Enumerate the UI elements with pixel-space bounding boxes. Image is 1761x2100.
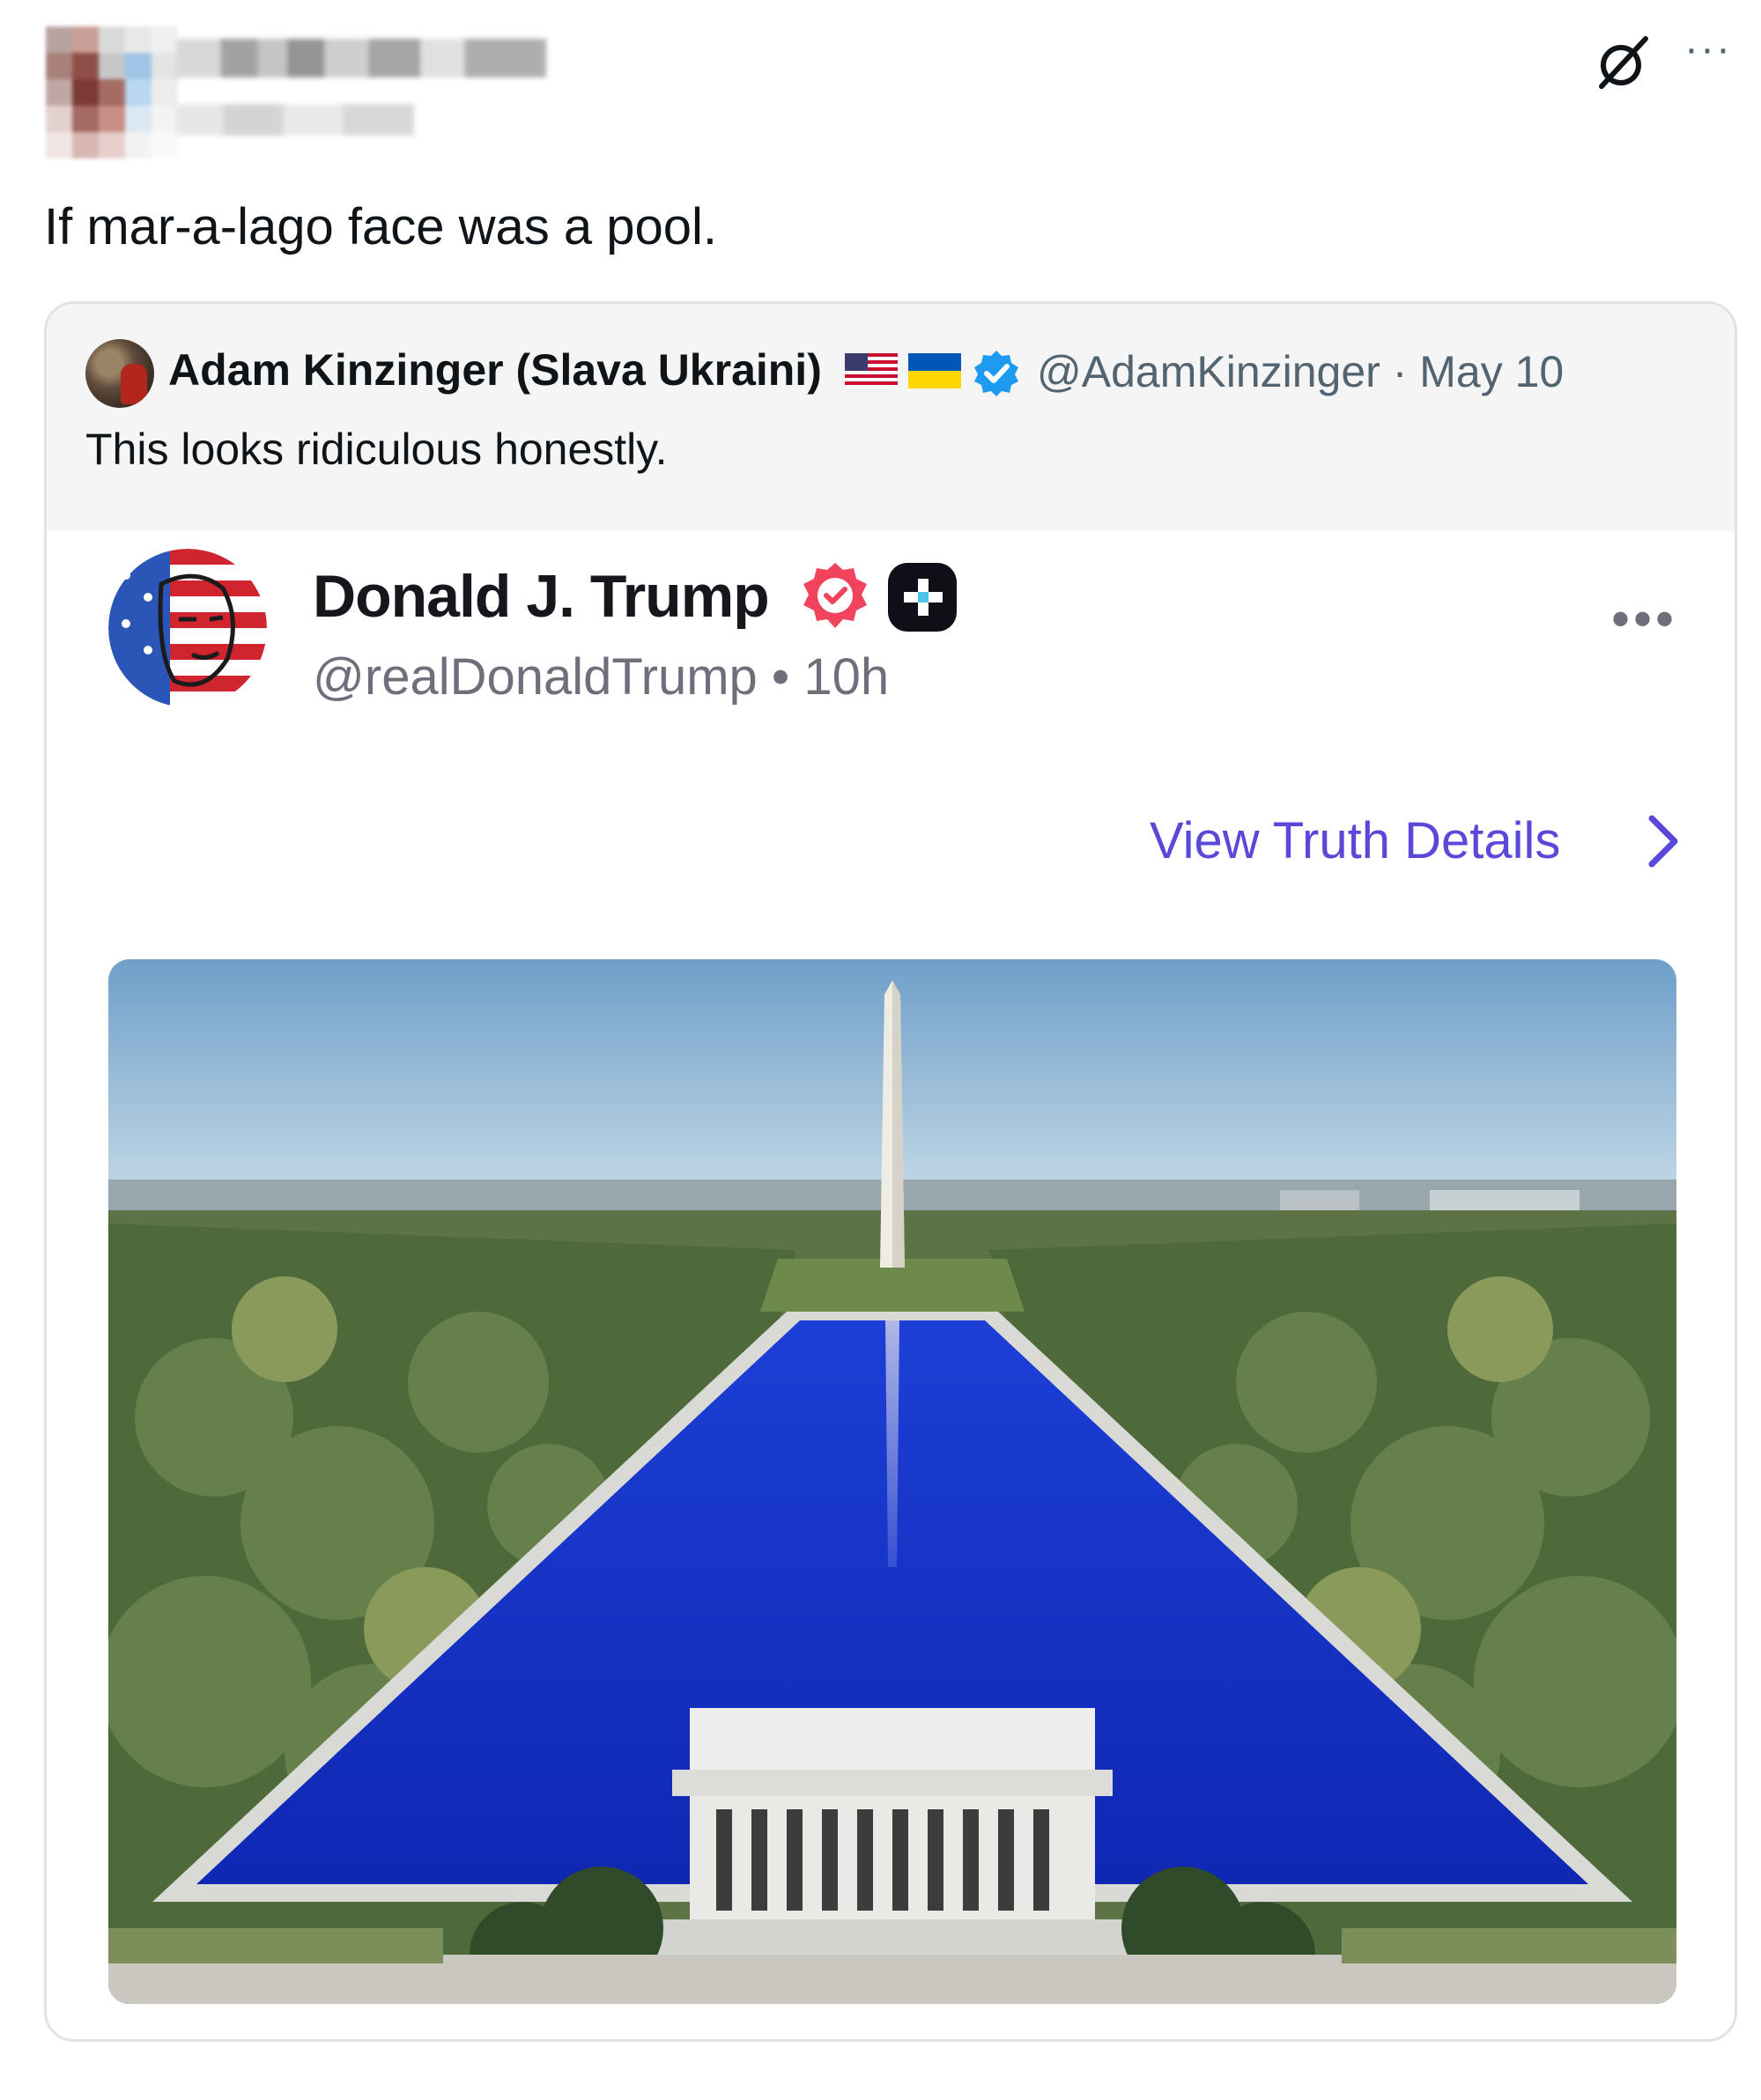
truth-author-name: Donald J. Trump — [313, 563, 770, 630]
more-icon: ••• — [1611, 589, 1678, 648]
quoted-tweet-card[interactable]: Adam Kinzinger (Slava Ukraini) @AdamKinz… — [44, 301, 1737, 2042]
quoted-tweet-text: This looks ridiculous honestly. — [85, 425, 668, 474]
quoted-tweet-header — [47, 304, 1735, 531]
reflecting-pool-photo[interactable] — [108, 959, 1676, 2004]
us-flag-icon — [845, 353, 898, 388]
truth-author-avatar — [108, 549, 267, 707]
quoted-author-avatar[interactable] — [85, 339, 154, 408]
truth-handle-time: @realDonaldTrump • 10h — [313, 648, 890, 706]
avatar[interactable] — [46, 26, 178, 159]
more-icon[interactable]: ··· — [1684, 28, 1732, 70]
verified-icon — [974, 351, 1018, 396]
view-truth-details-link[interactable]: View Truth Details — [1150, 810, 1560, 873]
quoted-handle-date[interactable]: @AdamKinzinger · May 10 — [1037, 344, 1564, 399]
ukraine-flag-icon — [908, 353, 961, 388]
chevron-right-icon[interactable] — [1641, 810, 1685, 873]
quoted-author-name[interactable]: Adam Kinzinger (Slava Ukraini) — [168, 343, 822, 397]
grok-icon[interactable] — [1595, 33, 1653, 92]
truth-plus-icon — [888, 563, 957, 632]
tweet-text: If mar-a-lago face was a pool. — [44, 198, 718, 255]
author-name-redacted[interactable] — [176, 39, 546, 78]
truth-verified-icon — [803, 563, 867, 628]
author-handle-redacted — [176, 104, 414, 136]
